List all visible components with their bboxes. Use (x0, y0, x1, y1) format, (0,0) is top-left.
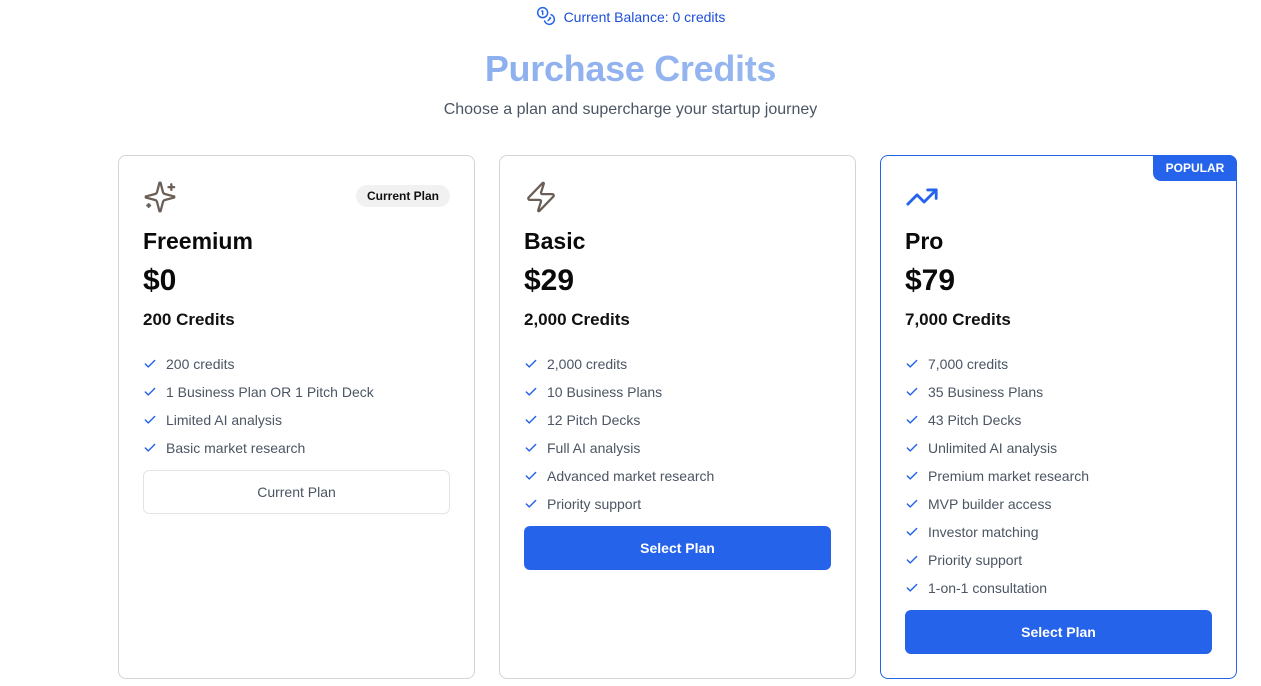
feature-item: 2,000 credits (524, 350, 714, 378)
plan-credits: 200 Credits (143, 310, 235, 329)
feature-item: Priority support (905, 546, 1089, 574)
check-icon (906, 359, 918, 368)
feature-list: 7,000 credits 35 Business Plans 43 Pitch… (905, 350, 1089, 602)
check-icon (525, 387, 537, 396)
check-icon (906, 471, 918, 480)
check-icon (144, 359, 156, 368)
feature-item: Basic market research (143, 434, 374, 462)
check-icon (144, 415, 156, 424)
feature-list: 200 credits 1 Business Plan OR 1 Pitch D… (143, 350, 374, 462)
check-icon (525, 471, 537, 480)
check-icon (525, 499, 537, 508)
check-icon (906, 499, 918, 508)
feature-item: Investor matching (905, 518, 1089, 546)
page-title: Purchase Credits (0, 48, 1261, 90)
select-plan-pro-button[interactable]: Select Plan (905, 610, 1212, 654)
plan-name: Basic (524, 228, 586, 254)
feature-item: Advanced market research (524, 462, 714, 490)
popular-badge: POPULAR (1153, 155, 1237, 181)
feature-item: 12 Pitch Decks (524, 406, 714, 434)
current-balance: Current Balance: 0 credits (0, 6, 1261, 29)
select-plan-basic-button[interactable]: Select Plan (524, 526, 831, 570)
check-icon (525, 415, 537, 424)
feature-item: 7,000 credits (905, 350, 1089, 378)
check-icon (906, 583, 918, 592)
plan-card-pro: POPULAR Pro $79 7,000 Credits 7,000 cred… (880, 155, 1237, 679)
plan-credits: 2,000 Credits (524, 310, 630, 329)
check-icon (144, 387, 156, 396)
plan-price: $29 (524, 264, 575, 297)
check-icon (906, 443, 918, 452)
check-icon (906, 387, 918, 396)
feature-item: 43 Pitch Decks (905, 406, 1089, 434)
feature-item: MVP builder access (905, 490, 1089, 518)
current-plan-badge: Current Plan (355, 185, 450, 207)
feature-item: 200 credits (143, 350, 374, 378)
feature-item: Full AI analysis (524, 434, 714, 462)
trending-up-icon (905, 180, 939, 214)
plan-price: $79 (905, 264, 956, 297)
plan-credits: 7,000 Credits (905, 310, 1011, 329)
current-plan-button[interactable]: Current Plan (143, 470, 450, 514)
check-icon (144, 443, 156, 452)
zap-icon (524, 180, 558, 214)
feature-item: 1-on-1 consultation (905, 574, 1089, 602)
feature-item: 1 Business Plan OR 1 Pitch Deck (143, 378, 374, 406)
current-balance-text: Current Balance: 0 credits (563, 9, 726, 25)
check-icon (525, 443, 537, 452)
plan-name: Pro (905, 228, 944, 254)
plan-card-basic: Basic $29 2,000 Credits 2,000 credits 10… (499, 155, 856, 679)
feature-item: Limited AI analysis (143, 406, 374, 434)
coins-icon (536, 6, 556, 29)
plan-card-freemium: Current Plan Freemium $0 200 Credits 200… (118, 155, 475, 679)
check-icon (906, 527, 918, 536)
check-icon (906, 415, 918, 424)
page-subtitle: Choose a plan and supercharge your start… (443, 101, 818, 118)
plan-price: $0 (143, 264, 177, 297)
feature-item: Priority support (524, 490, 714, 518)
feature-item: Premium market research (905, 462, 1089, 490)
feature-item: 35 Business Plans (905, 378, 1089, 406)
feature-item: Unlimited AI analysis (905, 434, 1089, 462)
feature-list: 2,000 credits 10 Business Plans 12 Pitch… (524, 350, 714, 518)
sparkles-icon (143, 180, 177, 214)
check-icon (525, 359, 537, 368)
plan-name: Freemium (143, 228, 253, 254)
feature-item: 10 Business Plans (524, 378, 714, 406)
check-icon (906, 555, 918, 564)
